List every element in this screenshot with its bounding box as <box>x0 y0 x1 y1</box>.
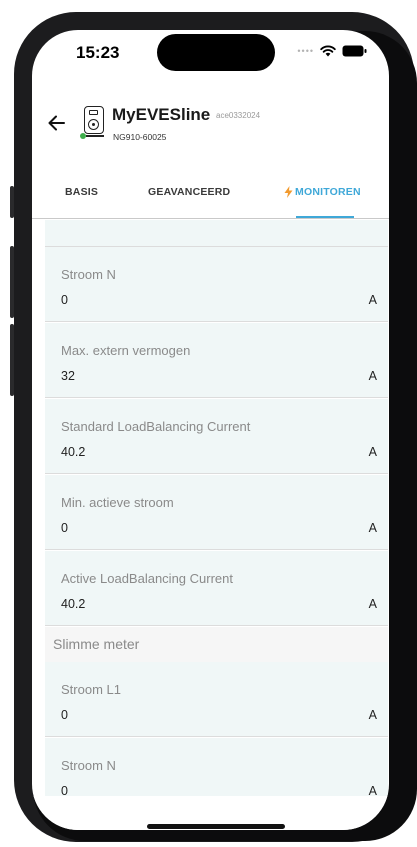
list-item-active-loadbalancing-current: Active LoadBalancing Current 40.2 A <box>45 551 388 626</box>
list-item-label: Min. actieve stroom <box>61 495 174 510</box>
list-item-value: 40.2 <box>61 445 86 459</box>
charger-icon <box>84 106 104 134</box>
list-item-label: Stroom L1 <box>61 682 121 697</box>
list-item-label: Standard LoadBalancing Current <box>61 419 251 434</box>
list-item-max-extern-vermogen: Max. extern vermogen 32 A <box>45 323 388 398</box>
status-time: 15:23 <box>76 43 120 62</box>
section-title: Slimme meter <box>53 636 140 652</box>
tab-bar: BASIS GEAVANCEERD MONITOREN <box>32 178 389 218</box>
list-item-value: 0 <box>61 784 68 796</box>
list-item-value: 0 <box>61 521 68 535</box>
home-indicator[interactable] <box>147 824 285 829</box>
dynamic-island <box>157 34 275 71</box>
list-item-value: 32 <box>61 369 75 383</box>
wifi-icon <box>320 45 336 57</box>
list-item-unit: A <box>368 445 377 459</box>
list-item-min-actieve-stroom: Min. actieve stroom 0 A <box>45 475 388 550</box>
list-item-value: 0 <box>61 708 68 722</box>
charger-display <box>89 110 98 115</box>
tab-basis[interactable]: BASIS <box>65 186 98 198</box>
tabs-divider <box>32 218 389 219</box>
list-item-partial <box>45 220 388 247</box>
monitor-list[interactable]: Stroom N 0 A Max. extern vermogen 32 A S… <box>45 220 388 796</box>
status-icons: •••• <box>297 45 367 57</box>
list-item-value: 40.2 <box>61 597 86 611</box>
list-item-meter-stroom-n: Stroom N 0 A <box>45 738 388 796</box>
list-item-stroom-n: Stroom N 0 A <box>45 247 388 322</box>
list-item-value: 0 <box>61 293 68 307</box>
list-item-unit: A <box>368 597 377 611</box>
list-item-unit: A <box>368 708 377 722</box>
charger-cable <box>86 135 104 137</box>
list-item-label: Max. extern vermogen <box>61 343 191 358</box>
list-item-standard-loadbalancing-current: Standard LoadBalancing Current 40.2 A <box>45 399 388 474</box>
list-item-unit: A <box>368 293 377 307</box>
list-item-stroom-l1: Stroom L1 0 A <box>45 662 388 737</box>
device-id: ace0332024 <box>216 111 261 120</box>
arrow-left-icon[interactable] <box>46 112 68 134</box>
list-item-label: Stroom N <box>61 758 116 773</box>
section-header-slimme-meter: Slimme meter <box>45 627 388 662</box>
list-item-label: Active LoadBalancing Current <box>61 571 233 586</box>
list-item-label: Stroom N <box>61 267 116 282</box>
screen: 15:23 •••• MyEVESline ace0332024 NG910-6… <box>32 30 389 830</box>
device-serial: NG910-60025 <box>113 132 167 142</box>
tab-geavanceerd[interactable]: GEAVANCEERD <box>148 186 230 198</box>
device-name: MyEVESline <box>112 105 211 124</box>
list-item-unit: A <box>368 521 377 535</box>
signal-dots-icon: •••• <box>297 46 314 56</box>
battery-icon <box>342 45 367 57</box>
list-item-unit: A <box>368 784 377 796</box>
charger-socket <box>88 119 99 130</box>
tab-monitoren-label: MONITOREN <box>295 186 361 198</box>
list-item-unit: A <box>368 369 377 383</box>
lightning-icon <box>284 186 293 198</box>
tab-monitoren[interactable]: MONITOREN <box>284 186 361 198</box>
